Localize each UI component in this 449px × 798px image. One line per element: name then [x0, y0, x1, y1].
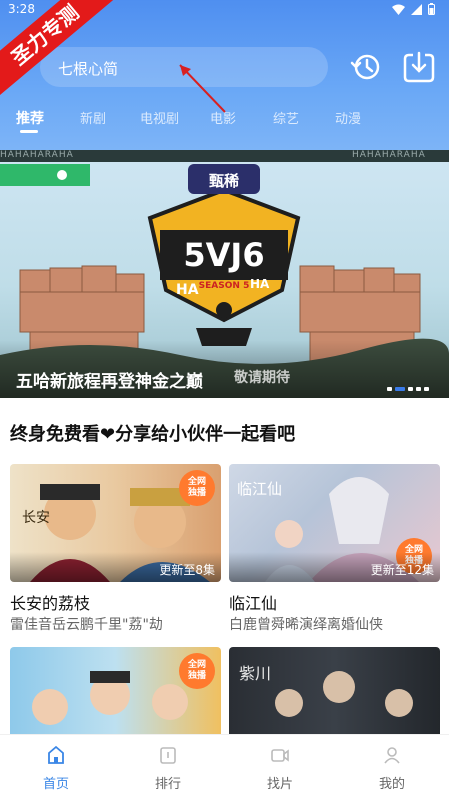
pagination-dot-active: [395, 387, 405, 391]
tab-anime[interactable]: 动漫: [335, 108, 361, 127]
signal-icon: [411, 3, 422, 18]
download-icon: [403, 51, 435, 83]
history-button[interactable]: [348, 49, 384, 85]
video-camera-icon: [271, 749, 289, 762]
banner-pagination: [387, 387, 429, 391]
svg-text:HA: HA: [250, 277, 270, 291]
episode-update: 更新至8集: [159, 563, 215, 577]
tab-tv-series[interactable]: 电视剧: [140, 108, 179, 127]
pagination-dot: [408, 387, 413, 391]
card-description: 雷佳音岳云鹏千里"荔"劫: [10, 617, 163, 633]
ranking-icon: [160, 747, 176, 764]
active-tab-indicator: [20, 130, 38, 133]
nav-find[interactable]: 找片: [250, 745, 310, 792]
status-time: 3:28: [8, 2, 35, 16]
nav-profile[interactable]: 我的: [362, 745, 422, 792]
tab-variety[interactable]: 综艺: [273, 108, 299, 127]
video-card[interactable]: 临江仙 全网独播 更新至12集 临江仙 白鹿曾舜晞演绎离婚仙侠: [229, 464, 440, 633]
section-title: 终身免费看❤分享给小伙伴一起看吧: [10, 424, 296, 445]
banner-subtitle: 敬请期待: [234, 370, 290, 386]
pagination-dot: [387, 387, 392, 391]
battery-icon: [428, 3, 435, 18]
bottom-navigation: 首页 排行 找片 我的: [0, 734, 449, 798]
banner-title: 五哈新旅程再登神金之巅: [16, 372, 203, 392]
nav-home[interactable]: 首页: [26, 745, 86, 792]
svg-text:5VJ6: 5VJ6: [183, 236, 264, 274]
nav-label: 首页: [42, 777, 69, 792]
video-card[interactable]: 长安 全网 独播 更新至8集 长安的荔枝 雷佳音岳云鹏千里"荔"劫: [10, 464, 221, 633]
status-icons: [392, 3, 435, 18]
video-thumbnail: 长安 全网 独播 更新至8集: [10, 464, 221, 582]
svg-text:紫川: 紫川: [239, 664, 271, 683]
svg-text:SEASON 5: SEASON 5: [199, 281, 250, 291]
nav-ranking[interactable]: 排行: [138, 745, 198, 792]
nav-label: 排行: [154, 777, 181, 792]
svg-text:长安: 长安: [22, 510, 50, 526]
nav-label: 找片: [266, 777, 293, 792]
svg-text:临江仙: 临江仙: [237, 480, 282, 498]
exclusive-badge: 全网独播: [179, 653, 215, 689]
wifi-icon: [392, 4, 405, 18]
hero-banner[interactable]: HAHAHARAHA HAHAHARAHA 甄稀 5VJ6 SEASON 5 H…: [0, 150, 449, 398]
user-icon: [384, 747, 400, 764]
card-title: 长安的荔枝: [10, 594, 91, 613]
download-button[interactable]: [401, 49, 437, 85]
pagination-dot: [416, 387, 421, 391]
tab-recommend[interactable]: 推荐: [16, 108, 44, 128]
pagination-dot: [424, 387, 429, 391]
card-description: 白鹿曾舜晞演绎离婚仙侠: [229, 617, 383, 633]
svg-text:HA: HA: [176, 282, 199, 298]
search-placeholder: 七根心简: [58, 60, 119, 78]
episode-update: 更新至12集: [370, 563, 434, 577]
annotation-arrow: [179, 64, 226, 113]
banner-brand-text: 甄稀: [209, 172, 239, 190]
video-thumbnail: 临江仙 全网独播 更新至12集: [229, 464, 440, 582]
home-icon: [48, 745, 64, 764]
history-icon: [350, 54, 380, 80]
card-title: 临江仙: [229, 594, 278, 613]
nav-label: 我的: [378, 777, 405, 792]
tab-new-series[interactable]: 新剧: [80, 108, 106, 127]
exclusive-badge: 全网独播: [179, 470, 215, 506]
